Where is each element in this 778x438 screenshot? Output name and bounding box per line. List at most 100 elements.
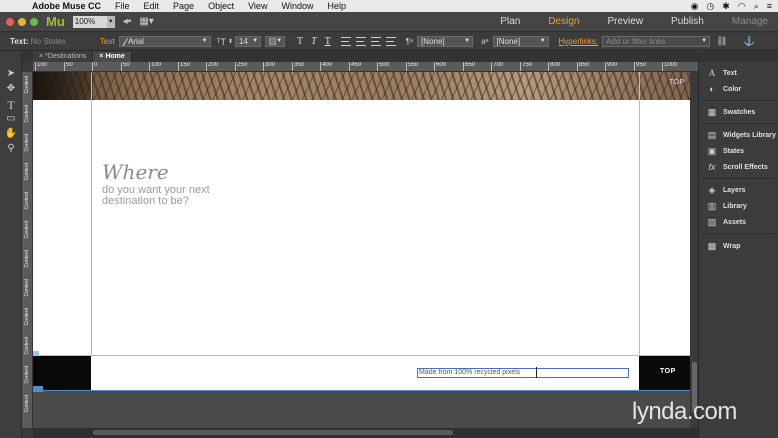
window-controls [6, 17, 38, 26]
mode-design[interactable]: Design [548, 16, 579, 27]
panel-layers[interactable]: ◈ Layers [699, 183, 778, 197]
document-tabs: × *Destinations × Home [22, 52, 698, 62]
tab-destinations[interactable]: × *Destinations [33, 52, 94, 62]
mode-preview[interactable]: Preview [607, 16, 643, 27]
wifi-icon[interactable]: ◠ [738, 1, 746, 12]
menu-window[interactable]: Window [281, 1, 313, 11]
menu-help[interactable]: Help [327, 1, 346, 11]
menu-file[interactable]: File [115, 1, 130, 11]
horizontal-scrollbar[interactable] [33, 428, 698, 438]
underline-button[interactable]: T [325, 36, 331, 47]
horizontal-scroll-thumb[interactable] [93, 430, 453, 435]
horizontal-ruler[interactable]: 100 50 0 50 100 150 200 250 300 350 400 … [33, 62, 698, 72]
crop-tool-icon[interactable]: ✥ [0, 83, 22, 98]
menu-page[interactable]: Page [173, 1, 194, 11]
panel-text[interactable]: A Text [699, 66, 778, 80]
mode-manage[interactable]: Manage [732, 16, 768, 27]
text-cursor [536, 367, 537, 378]
creative-cloud-icon[interactable]: ◉ [691, 1, 699, 12]
font-select[interactable]: 𝒻 Arial ▼ [118, 36, 211, 47]
footer-marker[interactable] [33, 351, 39, 355]
ruler-tick: 100 [35, 62, 47, 71]
hyperlinks-label[interactable]: Hyperlinks: [559, 37, 599, 46]
text-color-select[interactable]: ▼ [265, 36, 286, 47]
character-style-value: [None] [496, 37, 521, 46]
bluetooth-icon[interactable]: ✱ [722, 1, 730, 12]
font-size-stepper[interactable]: ⬍ [228, 38, 233, 45]
text-tool-icon[interactable]: T [0, 98, 22, 113]
page-heading[interactable]: Where [102, 160, 169, 184]
bold-button[interactable]: T [297, 36, 303, 47]
ruler-tick: 150 [178, 62, 190, 71]
zoom-field[interactable]: 100% [72, 15, 107, 28]
menu-edit[interactable]: Edit [144, 1, 160, 11]
align-right-button[interactable] [370, 37, 381, 46]
hyperlinks-input[interactable]: Add or filter links ▼ [602, 36, 711, 47]
panel-assets[interactable]: ▧ Assets [699, 215, 778, 229]
notification-icon[interactable]: ≡ [767, 1, 772, 12]
panel-dock-header[interactable] [699, 52, 778, 62]
panel-library[interactable]: ▥ Library [699, 199, 778, 213]
header-photo-shadow [33, 72, 93, 100]
mode-plan[interactable]: Plan [500, 16, 520, 27]
paragraph-style-select[interactable]: [None] ▼ [417, 36, 474, 47]
panel-color[interactable]: ◐ Color [699, 82, 778, 96]
rectangle-tool-icon[interactable]: ▭ [0, 113, 22, 128]
font-size-select[interactable]: 14 ▼ [235, 36, 262, 47]
page-nav-icon[interactable]: ◂▪ [123, 16, 132, 27]
footer-left-block[interactable] [33, 355, 91, 390]
ruler-tick: Content [24, 134, 30, 152]
time-machine-icon[interactable]: ◷ [706, 1, 714, 12]
text-panel-link[interactable]: Text [100, 37, 115, 46]
zoom-tool-icon[interactable]: ⚲ [0, 143, 22, 158]
menu-view[interactable]: View [248, 1, 267, 11]
ruler-tick: 450 [349, 62, 361, 71]
tab-destinations-label: *Destinations [45, 53, 87, 60]
mode-publish[interactable]: Publish [671, 16, 704, 27]
align-center-button[interactable] [355, 37, 366, 46]
panel-widgets-library[interactable]: ▤ Widgets Library [699, 128, 778, 142]
character-style-select[interactable]: [None] ▼ [492, 36, 549, 47]
app-menu[interactable]: Adobe Muse CC [32, 1, 101, 11]
header-photo[interactable] [33, 72, 690, 100]
design-canvas[interactable]: TOP Where do you want your next destinat… [33, 72, 698, 428]
zoom-dropdown-icon[interactable]: ▼ [106, 15, 115, 28]
footer-text-frame[interactable]: Made from 100% recycled pixels [417, 368, 629, 378]
align-left-button[interactable] [340, 37, 351, 46]
page-body[interactable] [33, 100, 690, 355]
tab-home[interactable]: × Home [93, 52, 132, 62]
menu-object[interactable]: Object [208, 1, 234, 11]
text-panel-icon: A [708, 68, 716, 78]
page-subheading[interactable]: do you want your next destination to be? [102, 185, 242, 207]
fx-panel-icon: fx [708, 162, 716, 172]
ruler-tick: 400 [320, 62, 332, 71]
page-bottom-marker[interactable] [33, 386, 43, 392]
link-icon[interactable]: ⛓ [716, 36, 727, 47]
top-link-header[interactable]: TOP [669, 79, 685, 86]
justify-button[interactable] [385, 37, 396, 46]
panel-scroll-effects[interactable]: fx Scroll Effects [699, 160, 778, 174]
zoom-window-button[interactable] [30, 17, 38, 26]
chevron-down-icon: ▼ [539, 38, 546, 44]
minimize-window-button[interactable] [18, 17, 26, 26]
anchor-icon[interactable]: ⚓ [744, 36, 755, 47]
italic-button[interactable]: T [311, 36, 317, 47]
spotlight-icon[interactable]: ⌕ [754, 1, 759, 12]
right-page-guide [639, 72, 640, 390]
panel-states[interactable]: ▣ States [699, 144, 778, 158]
chevron-down-icon: ▼ [276, 38, 283, 44]
vertical-ruler[interactable]: Content Content Content Content Content … [22, 72, 33, 428]
ruler-tick: Content [24, 279, 30, 297]
panel-separator [703, 123, 775, 124]
paragraph-style-icon: ¶ᵃ [405, 37, 414, 46]
layout-icon[interactable]: ▦▾ [139, 16, 153, 27]
panel-swatches[interactable]: ▦ Swatches [699, 105, 778, 119]
state-value[interactable]: No States [31, 37, 66, 46]
selection-tool-icon[interactable]: ➤ [0, 68, 22, 83]
top-link-footer[interactable]: TOP [660, 368, 676, 375]
panel-wrap[interactable]: ▩ Wrap [699, 239, 778, 253]
hand-tool-icon[interactable]: ✋ [0, 128, 22, 143]
mac-menu-bar: Adobe Muse CC File Edit Page Object View… [0, 0, 778, 12]
close-window-button[interactable] [6, 17, 14, 26]
lynda-watermark: lynda.com [632, 398, 737, 425]
